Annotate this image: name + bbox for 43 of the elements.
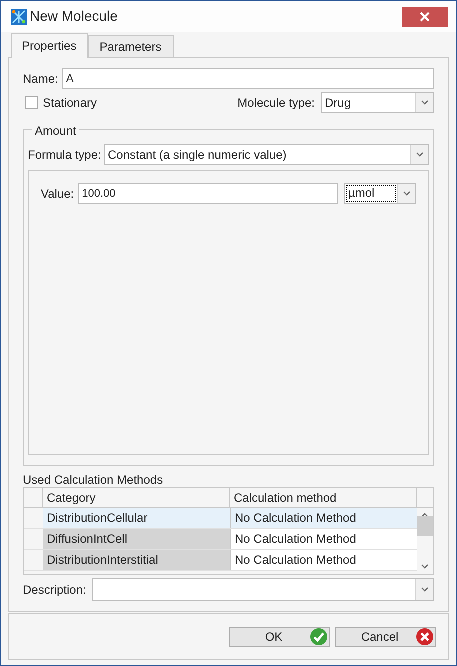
table-cell: No Calculation Method <box>230 529 417 549</box>
close-icon <box>420 12 430 22</box>
caret-icon <box>416 152 424 157</box>
table-cell: No Calculation Method <box>230 550 417 570</box>
table-row[interactable]: DistributionInterstitial No Calculation Method <box>24 550 417 571</box>
dropdown-button[interactable] <box>410 145 428 164</box>
name-field[interactable]: A <box>62 68 434 89</box>
tab[interactable]: Properties <box>11 33 88 58</box>
caret-icon <box>420 100 428 105</box>
dropdown-button[interactable] <box>397 184 415 203</box>
value-field[interactable]: 100.00 <box>78 183 338 204</box>
unit-dropdown[interactable]: µmol <box>344 183 416 204</box>
caret-icon <box>421 564 429 569</box>
section-title: Used Calculation Methods <box>23 472 164 487</box>
description-label: Description: <box>23 582 86 598</box>
dialog-button[interactable]: Cancel <box>335 626 436 646</box>
dropdown-button[interactable] <box>415 93 433 112</box>
caret-icon <box>420 587 428 592</box>
formula-type-label: Formula type: <box>28 146 102 164</box>
table-cell: No Calculation Method <box>230 508 417 528</box>
formula-type-dropdown[interactable]: Constant (a single numeric value) <box>104 144 429 165</box>
window-title: New Molecule <box>30 7 118 26</box>
close-icon <box>416 628 434 646</box>
dialog-button[interactable]: OK <box>229 626 330 646</box>
caret-icon <box>402 191 410 196</box>
molecule-type-label: Molecule type: <box>238 94 315 112</box>
check-icon <box>310 628 328 646</box>
app-icon <box>11 8 27 24</box>
stationary-checkbox[interactable] <box>25 96 38 109</box>
column-header[interactable]: Calculation method <box>230 488 417 507</box>
stationary-label: Stationary <box>43 94 98 112</box>
table-cell: DiffusionIntCell <box>43 529 230 549</box>
table-row[interactable]: DiffusionIntCell No Calculation Method <box>24 529 417 550</box>
close-button[interactable] <box>402 6 448 26</box>
column-header[interactable]: Category <box>43 488 230 507</box>
tab[interactable]: Parameters <box>88 35 174 57</box>
dropdown-button[interactable] <box>415 579 433 600</box>
table-cell: DistributionCellular <box>43 508 230 528</box>
table-cell: DistributionInterstitial <box>43 550 230 570</box>
value-label: Value: <box>41 186 74 202</box>
molecule-type-dropdown[interactable]: Drug <box>321 92 434 113</box>
table-row[interactable]: DistributionCellular No Calculation Method <box>24 508 417 529</box>
name-label: Name: <box>23 70 58 88</box>
